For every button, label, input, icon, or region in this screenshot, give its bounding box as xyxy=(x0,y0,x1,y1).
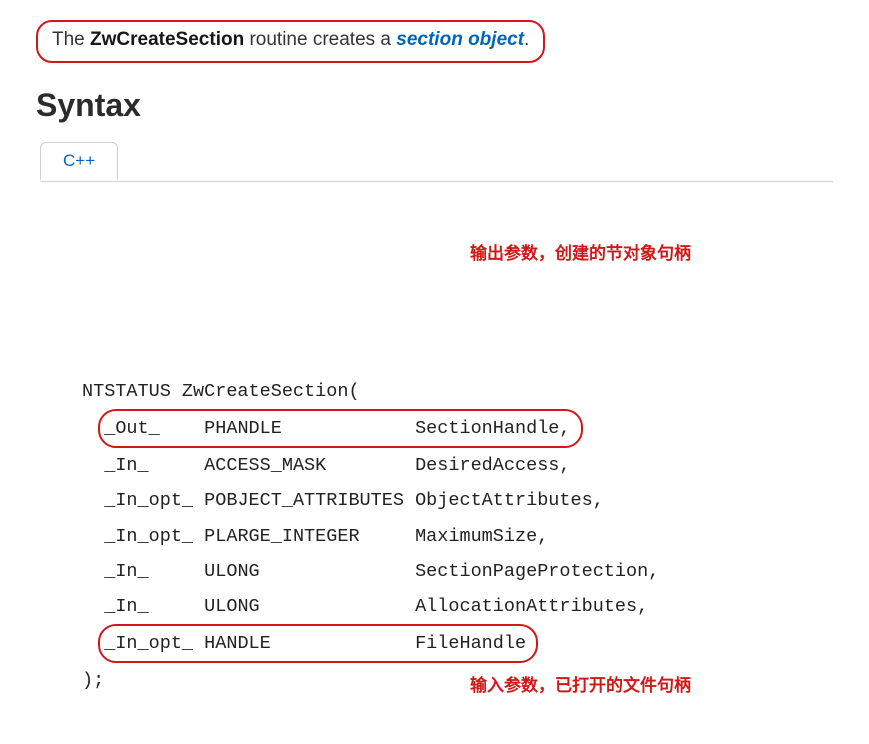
param: _In_opt_ POBJECT_ATTRIBUTES ObjectAttrib… xyxy=(104,483,604,518)
param-line: _In_ ULONG SectionPageProtection, xyxy=(82,554,833,589)
tab-underline xyxy=(40,181,833,182)
close-line: ); xyxy=(82,663,833,698)
param: _In_ ULONG SectionPageProtection, xyxy=(104,554,659,589)
param-line: _In_opt_ PLARGE_INTEGER MaximumSize, xyxy=(82,519,833,554)
doc-page: The ZwCreateSection routine creates a se… xyxy=(0,0,869,744)
api-name: ZwCreateSection xyxy=(90,29,244,50)
intro-mid: routine creates a xyxy=(244,29,396,50)
tab-cpp[interactable]: C++ xyxy=(40,142,118,180)
param-line: _In_ ACCESS_MASK DesiredAccess, xyxy=(82,448,833,483)
param: _In_ ULONG AllocationAttributes, xyxy=(104,589,648,624)
param-line: _In_opt_ POBJECT_ATTRIBUTES ObjectAttrib… xyxy=(82,483,833,518)
code-block: 输出参数，创建的节对象句柄 输入参数，已打开的文件句柄 NTSTATUS ZwC… xyxy=(40,192,833,715)
decl-line: NTSTATUS ZwCreateSection( xyxy=(82,374,833,409)
annotation-output: 输出参数，创建的节对象句柄 xyxy=(470,238,691,270)
intro-post: . xyxy=(524,29,529,50)
param: _In_opt_ PLARGE_INTEGER MaximumSize, xyxy=(104,519,548,554)
annotation-input: 输入参数，已打开的文件句柄 xyxy=(470,670,691,702)
syntax-heading: Syntax xyxy=(36,87,833,124)
intro-sentence: The ZwCreateSection routine creates a se… xyxy=(36,20,545,63)
param-line: _In_opt_ HANDLE FileHandle xyxy=(82,624,833,663)
lang-tabbar: C++ xyxy=(40,142,833,186)
param-line: _Out_ PHANDLE SectionHandle, xyxy=(82,409,833,448)
param-highlight: _In_opt_ HANDLE FileHandle xyxy=(98,624,538,663)
param-highlight: _Out_ PHANDLE SectionHandle, xyxy=(98,409,582,448)
section-object-link[interactable]: section object xyxy=(396,29,524,50)
intro-pre: The xyxy=(52,29,90,50)
param: _In_ ACCESS_MASK DesiredAccess, xyxy=(104,448,570,483)
param-line: _In_ ULONG AllocationAttributes, xyxy=(82,589,833,624)
